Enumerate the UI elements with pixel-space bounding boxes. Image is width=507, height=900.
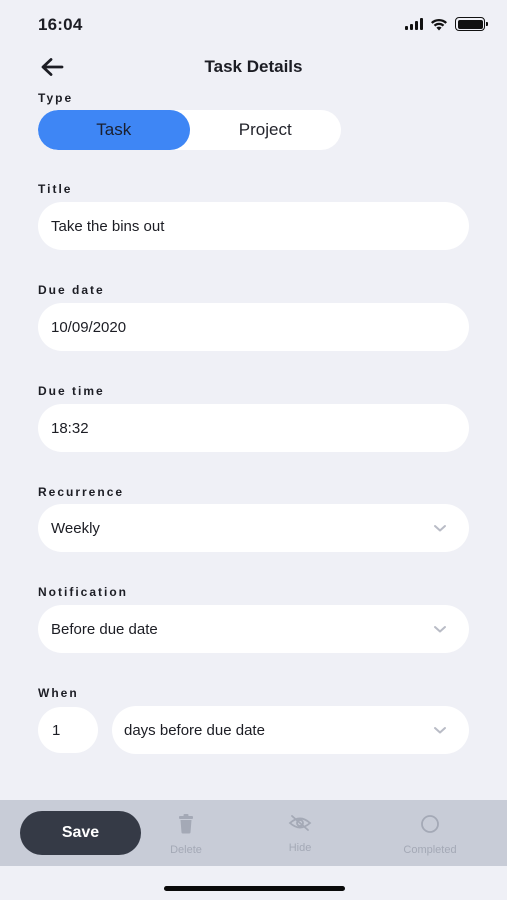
title-input[interactable]: Take the bins out	[38, 202, 469, 250]
chevron-down-icon	[432, 621, 448, 637]
chevron-down-icon	[432, 520, 448, 536]
chevron-down-icon	[432, 722, 448, 738]
type-segmented-control: Task Project	[38, 110, 341, 150]
due-time-field[interactable]: 18:32	[38, 404, 469, 452]
hide-button[interactable]: Hide	[255, 814, 345, 854]
recurrence-select[interactable]: Weekly	[38, 504, 469, 552]
delete-button[interactable]: Delete	[141, 814, 231, 856]
due-date-label: Due date	[38, 283, 105, 297]
due-date-field[interactable]: 10/09/2020	[38, 303, 469, 351]
segment-task[interactable]: Task	[38, 110, 190, 150]
status-time: 16:04	[38, 15, 83, 34]
header: Task Details	[0, 52, 507, 82]
when-number-input[interactable]: 1	[38, 707, 98, 753]
when-label: When	[38, 686, 79, 700]
hide-label: Hide	[288, 842, 312, 854]
save-button[interactable]: Save	[20, 811, 141, 855]
when-unit-select[interactable]: days before due date	[112, 706, 469, 754]
notification-label: Notification	[38, 585, 128, 599]
bottom-toolbar: Save Delete Hide Completed	[0, 800, 507, 866]
when-unit-value: days before due date	[124, 721, 265, 739]
segment-project[interactable]: Project	[190, 110, 342, 150]
due-date-value: 10/09/2020	[51, 318, 127, 336]
notification-value: Before due date	[51, 620, 158, 638]
notification-select[interactable]: Before due date	[38, 605, 469, 653]
recurrence-value: Weekly	[51, 519, 100, 537]
delete-label: Delete	[170, 844, 202, 856]
recurrence-label: Recurrence	[38, 485, 125, 499]
circle-icon	[421, 815, 439, 833]
eye-off-icon	[288, 815, 312, 831]
status-bar: 16:04	[0, 0, 507, 50]
battery-icon	[455, 17, 488, 31]
page-title: Task Details	[204, 57, 303, 76]
completed-label: Completed	[403, 844, 457, 856]
completed-button[interactable]: Completed	[385, 814, 475, 856]
cellular-signal-icon	[405, 18, 423, 30]
due-time-value: 18:32	[51, 419, 89, 437]
title-value: Take the bins out	[51, 217, 165, 235]
home-indicator	[164, 886, 345, 891]
trash-icon	[179, 814, 193, 834]
type-label: Type	[38, 91, 74, 105]
wifi-icon	[431, 18, 447, 30]
title-label: Title	[38, 182, 73, 196]
due-time-label: Due time	[38, 384, 105, 398]
when-number-value: 1	[52, 721, 61, 739]
status-icons	[405, 17, 488, 31]
